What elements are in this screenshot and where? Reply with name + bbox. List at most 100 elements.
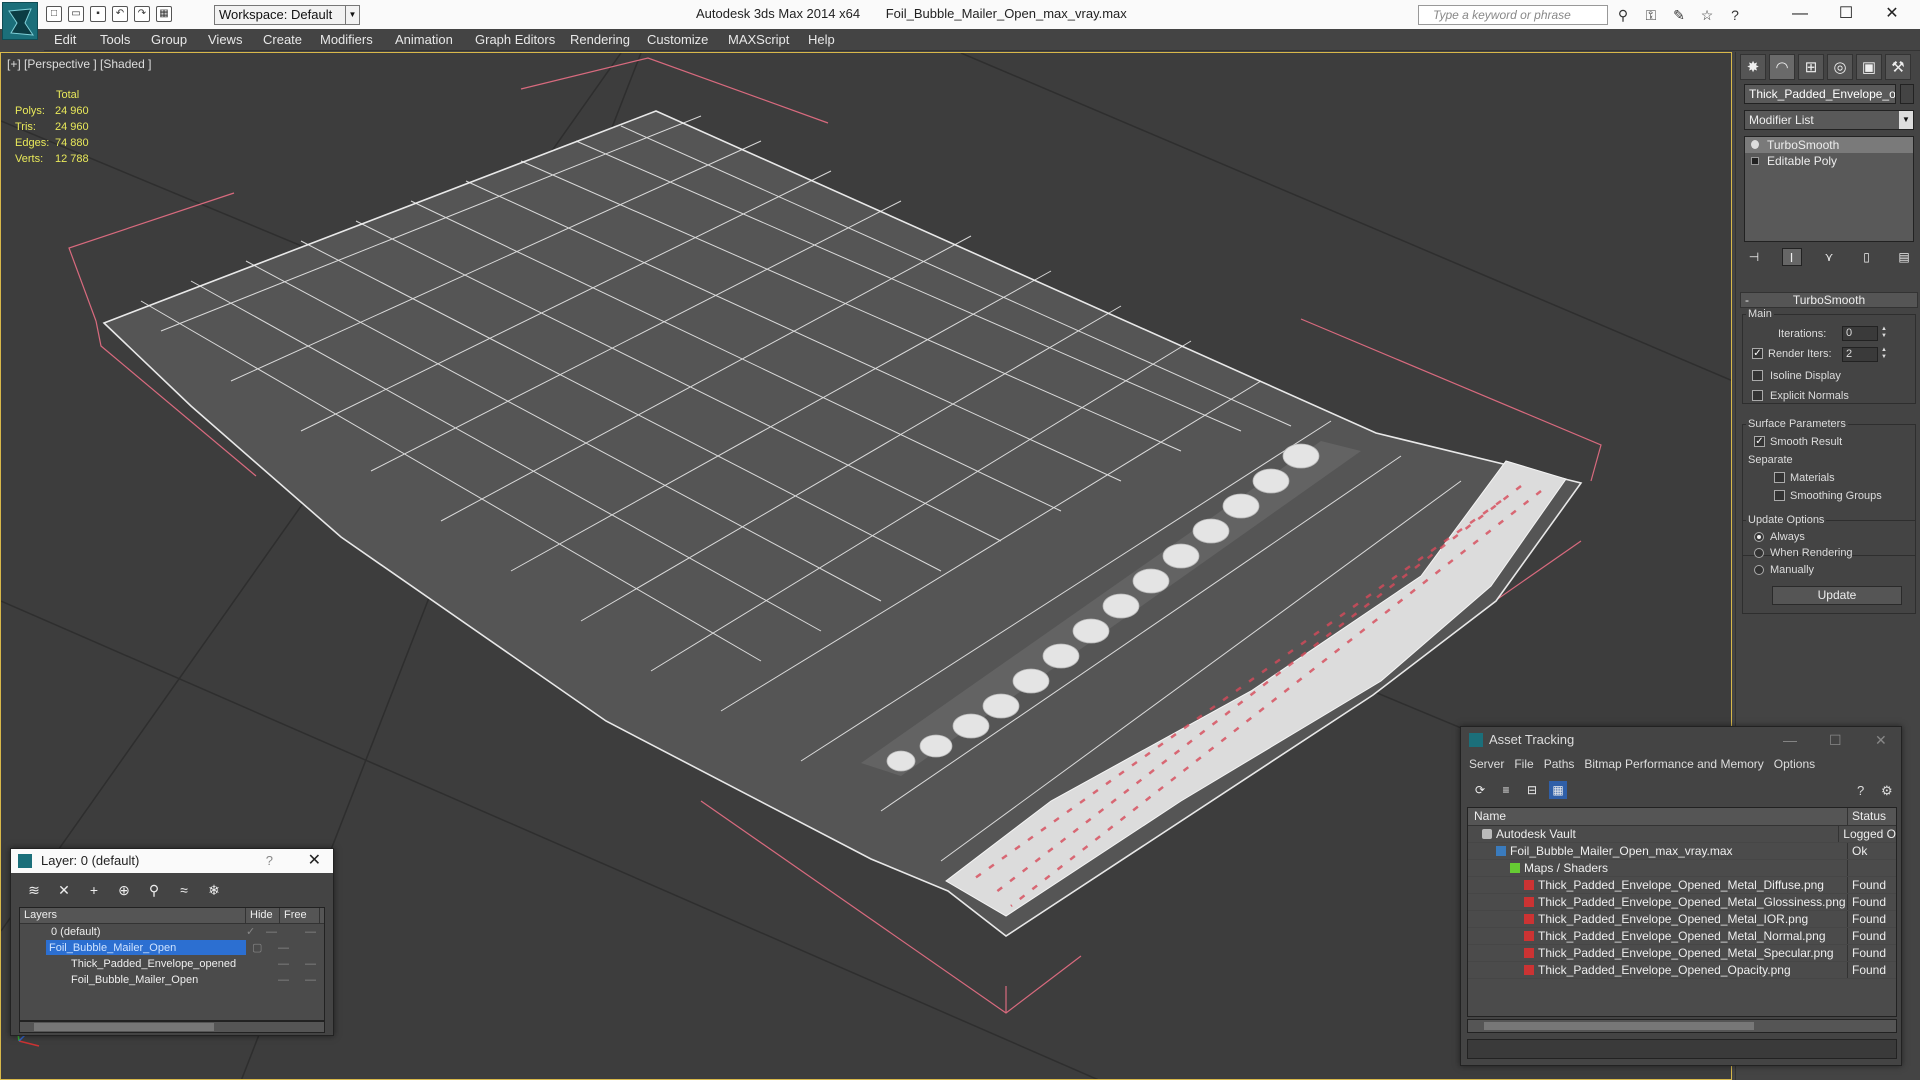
table-row[interactable]: Maps / Shaders [1468,860,1896,877]
col-status[interactable]: Status [1848,808,1886,825]
layer-row-foil-mailer[interactable]: Foil_Bubble_Mailer_Open ▢ — [20,940,324,956]
close-icon[interactable]: ✕ [308,849,321,873]
asset-tracking-header[interactable]: Asset Tracking — ☐ ✕ [1461,727,1901,753]
lightbulb-icon[interactable] [1751,140,1759,149]
expand-icon[interactable] [1751,157,1759,165]
select-in-layer-icon[interactable]: ⊕ [115,881,133,899]
menu-modifiers[interactable]: Modifiers [320,32,373,47]
hide-toggle[interactable]: ▢ [252,940,262,956]
list-view-icon[interactable]: ≡ [1497,781,1515,799]
col-layers[interactable]: Layers [20,908,246,923]
smooth-result-checkbox[interactable]: ✓ [1754,436,1765,447]
update-button[interactable]: Update [1772,586,1902,605]
asset-menu-file[interactable]: File [1514,757,1533,771]
smoothing-groups-checkbox[interactable] [1774,490,1785,501]
table-row[interactable]: Thick_Padded_Envelope_Opened_Metal_Gloss… [1468,894,1896,911]
help-icon[interactable]: ? [1857,783,1864,798]
table-row[interactable]: Autodesk Vault Logged O [1468,826,1896,843]
minimize-icon[interactable]: — [1783,727,1797,753]
show-end-result-icon[interactable]: Ⅰ [1781,248,1802,266]
menu-create[interactable]: Create [263,32,302,47]
hide-toggle[interactable]: — [278,956,289,972]
remove-modifier-icon[interactable]: ▯ [1857,248,1877,266]
table-row[interactable]: Thick_Padded_Envelope_Opened_Metal_Specu… [1468,945,1896,962]
close-icon[interactable]: ✕ [1875,727,1887,753]
pin-stack-icon[interactable]: ⊣ [1744,248,1764,266]
undo-icon[interactable]: ↶ [112,6,128,22]
modify-tab-icon[interactable]: ◠ [1769,54,1795,80]
menu-help[interactable]: Help [808,32,835,47]
always-radio[interactable] [1754,532,1764,542]
redo-icon[interactable]: ↷ [134,6,150,22]
manually-radio[interactable] [1754,565,1764,575]
col-freeze[interactable]: Free [280,908,320,923]
make-unique-icon[interactable]: ⋎ [1819,248,1839,266]
horizontal-scrollbar[interactable] [1467,1019,1897,1033]
asset-menu-bitmap[interactable]: Bitmap Performance and Memory [1584,757,1763,771]
display-tab-icon[interactable]: ▣ [1856,54,1882,80]
refresh-icon[interactable]: ⟳ [1471,781,1489,799]
minimize-button[interactable]: — [1780,2,1820,26]
col-hide[interactable]: Hide [246,908,280,923]
modifier-list-dropdown[interactable]: Modifier List ▼ [1744,110,1914,130]
turbosmooth-rollout-header[interactable]: - TurboSmooth [1740,292,1918,308]
favorites-star-icon[interactable]: ☆ [1698,6,1716,24]
tree-view-icon[interactable]: ⊟ [1523,781,1541,799]
hide-all-layers-icon[interactable]: ≈ [175,881,193,899]
help-icon[interactable]: ? [266,849,273,873]
col-name[interactable]: Name [1468,808,1848,825]
app-logo-icon[interactable] [2,2,38,40]
when-rendering-radio[interactable] [1754,548,1764,558]
project-folder-icon[interactable]: ▦ [156,6,172,22]
create-tab-icon[interactable]: ✸ [1740,54,1766,80]
menu-maxscript[interactable]: MAXScript [728,32,789,47]
configure-sets-icon[interactable]: ▤ [1894,248,1914,266]
asset-menu-server[interactable]: Server [1469,757,1504,771]
menu-edit[interactable]: Edit [54,32,76,47]
stack-item-editable-poly[interactable]: Editable Poly [1745,153,1913,169]
table-row[interactable]: Thick_Padded_Envelope_Opened_Metal_Norma… [1468,928,1896,945]
isoline-display-checkbox[interactable] [1752,370,1763,381]
render-iters-spinner[interactable]: 2 [1842,347,1878,362]
menu-rendering[interactable]: Rendering [570,32,630,47]
motion-tab-icon[interactable]: ◎ [1827,54,1853,80]
menu-group[interactable]: Group [151,32,187,47]
iterations-spinner[interactable]: 0 [1842,326,1878,341]
save-icon[interactable]: ▪ [90,6,106,22]
settings-icon[interactable]: ⚙ [1881,783,1893,799]
binoculars-icon[interactable]: ⚲ [1614,6,1632,24]
menu-tools[interactable]: Tools [100,32,130,47]
table-row[interactable]: Thick_Padded_Envelope_Opened_Metal_IOR.p… [1468,911,1896,928]
highlight-layer-icon[interactable]: ⚲ [145,881,163,899]
freeze-toggle[interactable]: — [305,956,316,972]
add-layer-icon[interactable]: + [85,881,103,899]
spinner-arrows-icon[interactable]: ▲ ▼ [1880,326,1888,341]
freeze-all-layers-icon[interactable]: ❄ [205,881,223,899]
layer-object-row[interactable]: Foil_Bubble_Mailer_Open — — [20,972,324,988]
new-file-icon[interactable]: □ [46,6,62,22]
stack-item-turbosmooth[interactable]: TurboSmooth [1745,137,1913,153]
render-iters-checkbox[interactable]: ✓ [1752,348,1763,359]
layer-dialog-header[interactable]: Layer: 0 (default) ? ✕ [11,849,333,873]
search-input[interactable]: Type a keyword or phrase [1418,5,1608,25]
help-icon[interactable]: ? [1726,6,1744,24]
horizontal-scrollbar[interactable] [19,1021,325,1033]
delete-layer-icon[interactable]: ✕ [55,881,73,899]
scrollbar-thumb[interactable] [34,1023,214,1031]
open-file-icon[interactable]: ▭ [68,6,84,22]
menu-animation[interactable]: Animation [395,32,453,47]
subscription-icon[interactable]: ⚿ [1642,6,1660,24]
table-row[interactable]: Foil_Bubble_Mailer_Open_max_vray.max Ok [1468,843,1896,860]
materials-checkbox[interactable] [1774,472,1785,483]
layers-icon[interactable]: ≋ [25,881,43,899]
table-row[interactable]: Thick_Padded_Envelope_Opened_Opacity.png… [1468,962,1896,979]
table-view-icon[interactable]: ▦ [1549,781,1567,799]
asset-menu-options[interactable]: Options [1774,757,1815,771]
table-row[interactable]: Thick_Padded_Envelope_Opened_Metal_Diffu… [1468,877,1896,894]
scrollbar-thumb[interactable] [1484,1022,1754,1030]
asset-menu-paths[interactable]: Paths [1544,757,1575,771]
explicit-normals-checkbox[interactable] [1752,390,1763,401]
utilities-tab-icon[interactable]: ⚒ [1885,54,1911,80]
communication-icon[interactable]: ✎ [1670,6,1688,24]
menu-views[interactable]: Views [208,32,242,47]
